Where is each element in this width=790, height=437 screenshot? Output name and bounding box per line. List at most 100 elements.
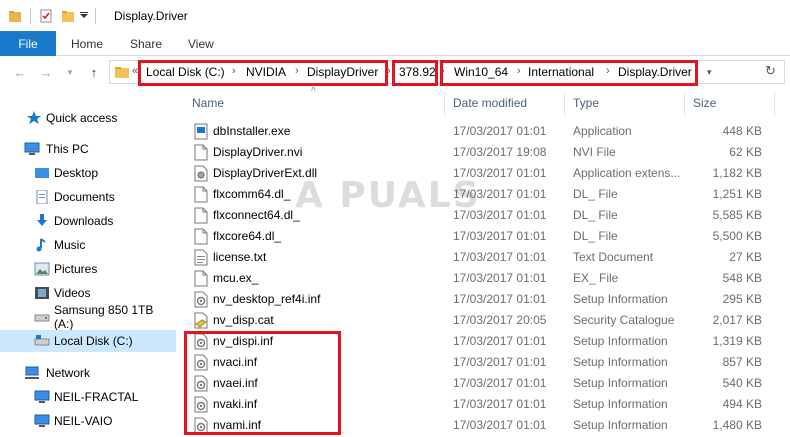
file-type: Setup Information <box>573 418 668 432</box>
sidebar-item-neil-fractal[interactable]: NEIL-FRACTAL <box>0 386 176 408</box>
file-size: 540 KB <box>722 376 762 390</box>
new-folder-icon[interactable] <box>61 9 75 23</box>
file-type: Setup Information <box>573 376 668 390</box>
file-date: 17/03/2017 01:01 <box>453 271 547 285</box>
recent-locations-icon[interactable]: ▾ <box>62 64 78 80</box>
network-icon <box>25 366 39 379</box>
sidebar-item-desktop[interactable]: Desktop <box>0 162 176 184</box>
sidebar-item-pictures[interactable]: Pictures <box>0 258 176 280</box>
folder-icon <box>9 10 21 22</box>
sidebar-item-quick-access[interactable]: Quick access <box>0 107 176 129</box>
file-name: nv_disp.cat <box>213 313 274 327</box>
file-date: 17/03/2017 19:08 <box>453 145 547 159</box>
sidebar-item-label: Samsung 850 1TB (A:) <box>54 303 154 331</box>
file-icon <box>194 186 208 203</box>
file-type: DL_ File <box>573 208 618 222</box>
file-size: 857 KB <box>722 355 762 369</box>
file-size: 5,500 KB <box>712 229 762 243</box>
videos-icon <box>35 287 49 299</box>
refresh-icon[interactable]: ↻ <box>765 63 776 79</box>
file-type: Setup Information <box>573 397 668 411</box>
tab-home[interactable]: Home <box>71 31 103 56</box>
file-row[interactable]: license.txt 17/03/2017 01:01 Text Document… <box>190 247 770 268</box>
file-row[interactable]: dbInstaller.exe 17/03/2017 01:01 Applicati… <box>190 121 770 142</box>
tab-file[interactable]: File <box>0 31 56 56</box>
column-header-date[interactable]: Date modified <box>453 96 527 110</box>
highlight-box <box>440 60 698 86</box>
file-date: 17/03/2017 01:01 <box>453 250 547 264</box>
chevron-down-icon[interactable]: ▾ <box>707 67 712 78</box>
back-arrow-icon[interactable]: ← <box>12 64 28 80</box>
properties-icon[interactable] <box>39 9 53 23</box>
file-name: flxcomm64.dl_ <box>213 187 291 201</box>
sidebar-item-label: Desktop <box>54 166 99 180</box>
chevron-down-icon[interactable] <box>79 9 89 23</box>
column-header-size[interactable]: Size <box>693 96 716 110</box>
computer-icon <box>24 142 40 155</box>
sidebar-item-local-disk[interactable]: Local Disk (C:) <box>0 330 176 352</box>
desktop-folder-icon <box>35 168 49 178</box>
file-row[interactable]: nv_desktop_ref4i.inf 17/03/2017 01:01 Setu… <box>190 289 770 310</box>
folder-icon <box>115 67 129 78</box>
file-name: dbInstaller.exe <box>213 124 291 138</box>
file-type: Setup Information <box>573 355 668 369</box>
highlight-box <box>138 60 388 86</box>
watermark: A PUALS <box>295 175 481 216</box>
file-name: DisplayDriver.nvi <box>213 145 303 159</box>
computer-icon <box>34 390 50 403</box>
sidebar-item-neil-vaio[interactable]: NEIL-VAIO <box>0 410 176 432</box>
sidebar-item-label: Quick access <box>46 111 118 125</box>
sidebar-item-label: NEIL-FRACTAL <box>54 390 139 404</box>
highlight-box <box>392 60 438 86</box>
pictures-icon <box>34 262 50 276</box>
up-arrow-icon[interactable]: ↑ <box>86 64 102 80</box>
documents-icon <box>36 190 48 204</box>
file-date: 17/03/2017 01:01 <box>453 124 547 138</box>
navigation-pane: Quick access This PC Desktop Documents D… <box>0 88 176 437</box>
file-type: EX_ File <box>573 271 619 285</box>
sidebar-item-label: Videos <box>54 286 91 300</box>
file-date: 17/03/2017 01:01 <box>453 418 547 432</box>
file-icon <box>194 144 208 161</box>
file-type: Setup Information <box>573 334 668 348</box>
file-type: DL_ File <box>573 229 618 243</box>
sidebar-item-videos[interactable]: Videos <box>0 282 176 304</box>
tab-view[interactable]: View <box>188 31 214 56</box>
file-icon <box>194 270 208 287</box>
file-row[interactable]: mcu.ex_ 17/03/2017 01:01 EX_ File 548 KB <box>190 268 770 289</box>
sidebar-item-music[interactable]: Music <box>0 234 176 256</box>
sidebar-item-this-pc[interactable]: This PC <box>0 138 176 160</box>
music-icon <box>36 238 46 252</box>
file-name: flxconnect64.dl_ <box>213 208 300 222</box>
file-row[interactable]: DisplayDriver.nvi 17/03/2017 19:08 NVI Fil… <box>190 142 770 163</box>
title-bar: Display.Driver <box>0 0 790 31</box>
forward-arrow-icon[interactable]: → <box>38 64 54 80</box>
file-name: nv_desktop_ref4i.inf <box>213 292 321 306</box>
file-date: 17/03/2017 01:01 <box>453 334 547 348</box>
sidebar-item-label: Documents <box>54 190 115 204</box>
tab-share[interactable]: Share <box>130 31 162 56</box>
sidebar-item-documents[interactable]: Documents <box>0 186 176 208</box>
sidebar-item-label: Downloads <box>54 214 114 228</box>
sidebar-item-samsung-drive[interactable]: Samsung 850 1TB (A:) <box>0 303 176 331</box>
sidebar-item-label: NEIL-VAIO <box>54 414 113 428</box>
drive-icon <box>34 314 50 322</box>
application-icon <box>194 123 208 140</box>
file-row[interactable]: nv_disp.cat 17/03/2017 20:05 Security Cata… <box>190 310 770 331</box>
column-header-name[interactable]: Name <box>192 96 224 110</box>
file-date: 17/03/2017 01:01 <box>453 397 547 411</box>
file-date: 17/03/2017 20:05 <box>453 313 547 327</box>
file-size: 1,480 KB <box>712 418 762 432</box>
file-type: Application extens... <box>573 166 681 180</box>
file-row[interactable]: flxcore64.dl_ 17/03/2017 01:01 DL_ File 5,5… <box>190 226 770 247</box>
file-date: 17/03/2017 01:01 <box>453 229 547 243</box>
sidebar-item-network[interactable]: Network <box>0 362 176 384</box>
file-name: flxcore64.dl_ <box>213 229 282 243</box>
file-type: Setup Information <box>573 292 668 306</box>
file-size: 448 KB <box>722 124 762 138</box>
file-date: 17/03/2017 01:01 <box>453 355 547 369</box>
window-title: Display.Driver <box>114 8 188 23</box>
sidebar-item-downloads[interactable]: Downloads <box>0 210 176 232</box>
file-type: NVI File <box>573 145 616 159</box>
column-header-type[interactable]: Type <box>573 96 599 110</box>
